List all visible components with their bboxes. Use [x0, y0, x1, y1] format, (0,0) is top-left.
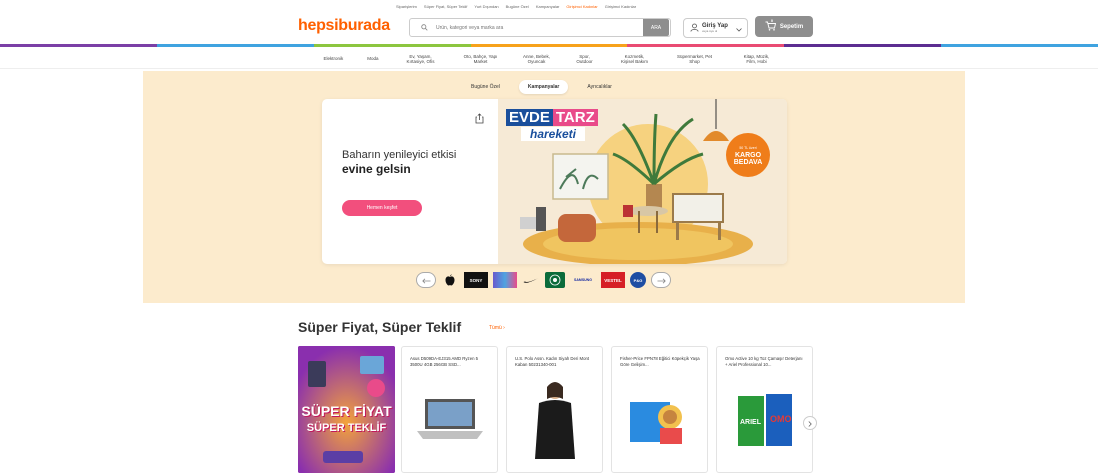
product-image [515, 379, 595, 459]
tab-today-special[interactable]: Bugüne Özel [462, 80, 509, 94]
category-nav: Elektronik Moda Ev, Yaşam, Kırtasiye, Of… [0, 49, 1098, 69]
tab-campaigns[interactable]: Kampanyalar [518, 80, 569, 94]
search-input[interactable] [432, 19, 643, 36]
product-title: Omo Active 10 kg Toz Çamaşır Deterjanı +… [725, 356, 803, 367]
product-card[interactable]: Asus D509DA-EJ315 AMD Ryzen 5 3500U 4GB … [401, 346, 498, 473]
badge-bedava: BEDAVA [733, 158, 763, 166]
brand-sony[interactable]: SONY [464, 272, 488, 288]
category-books[interactable]: Kitap, Müzik, Film, Hobi [727, 49, 787, 68]
user-icon [690, 19, 699, 37]
product-card[interactable]: Fisher-Price FPN78 Eğitici Köpekçik Yaşa… [611, 346, 708, 473]
campaign-headline: Baharın yenileyici etkisi [342, 149, 457, 161]
brand-samsung[interactable]: SAMSUNG [570, 272, 596, 288]
arrow-left-icon [421, 271, 431, 289]
product-card[interactable]: U.S. Polo Assn. Kadın Siyah Deri Mont Ka… [506, 346, 603, 473]
starbucks-icon[interactable] [545, 272, 565, 288]
super-price-promo-tile[interactable]: SÜPER FİYAT SÜPER TEKLİF [298, 346, 395, 473]
category-cosmetics[interactable]: Kozmetik, Kişisel Bakım [607, 49, 663, 68]
stripe-segment [627, 44, 785, 47]
brand-pg[interactable]: P&G [630, 272, 646, 288]
banner-tabs: Bugüne Özel Kampanyalar Ayrıcalıklar [462, 80, 621, 94]
share-icon[interactable] [475, 111, 484, 129]
stripe-segment [941, 44, 1098, 47]
stripe-segment [784, 44, 942, 47]
tab-privileges[interactable]: Ayrıcalıklar [578, 80, 621, 94]
brand-strip: SONY SAMSUNG VESTEL P&G [416, 272, 671, 288]
login-subtitle: veya üye ol [702, 29, 718, 33]
svg-text:OMO: OMO [770, 414, 792, 424]
stripe-segment [313, 44, 471, 47]
campaign-subheadline: evine gelsin [342, 162, 411, 176]
category-home[interactable]: Ev, Yaşam, Kırtasiye, Ofis [391, 49, 451, 68]
products-next-button[interactable] [803, 416, 817, 430]
product-image [620, 379, 700, 459]
search-bar: ARA [409, 18, 671, 37]
product-image: ARIEL OMO [725, 379, 805, 459]
product-image [410, 379, 490, 459]
stripe-segment [470, 44, 628, 47]
cart-icon: 0 [765, 17, 776, 33]
brands-next-button[interactable] [651, 272, 671, 288]
cart-label: Sepetim [779, 23, 804, 30]
stripe-segment [0, 44, 157, 47]
section-title: Süper Fiyat, Süper Teklif [298, 319, 462, 335]
top-link-extra[interactable]: Girişimci Kadınlar [605, 4, 636, 9]
arrow-right-icon [657, 271, 666, 289]
campaign-card[interactable]: Baharın yenileyici etkisi evine gelsin H… [322, 99, 787, 264]
visual-title-evde: EVDE [506, 109, 553, 126]
category-supermarket[interactable]: Süpermarket, Pet Shop [663, 49, 727, 68]
category-fashion[interactable]: Moda [355, 49, 390, 68]
apple-icon[interactable] [441, 272, 459, 288]
nike-icon[interactable] [522, 272, 540, 288]
logo[interactable]: hepsiburada [298, 17, 390, 35]
product-title: Fisher-Price FPN78 Eğitici Köpekçik Yaşa… [620, 356, 700, 367]
product-card[interactable]: Omo Active 10 kg Toz Çamaşır Deterjanı +… [716, 346, 813, 473]
top-link-abroad[interactable]: Yurt Dışından [474, 4, 498, 9]
chevron-right-icon [808, 414, 812, 432]
brands-prev-button[interactable] [416, 272, 436, 288]
color-stripe [0, 44, 1098, 47]
product-title: U.S. Polo Assn. Kadın Siyah Deri Mont Ka… [515, 356, 590, 367]
top-link-campaigns[interactable]: Kampanyalar [536, 4, 560, 9]
chevron-down-icon [736, 19, 742, 37]
top-link-super-price[interactable]: Süper Fiyat, Süper Teklif [424, 4, 468, 9]
top-links: Siparişlerim Süper Fiyat, Süper Teklif Y… [396, 4, 636, 9]
visual-title-hareketi: hareketi [521, 127, 585, 141]
visual-title-tarz: TARZ [552, 109, 598, 126]
stripe-segment [156, 44, 314, 47]
login-button[interactable]: Giriş Yap veya üye ol [683, 18, 748, 38]
product-title: Asus D509DA-EJ315 AMD Ryzen 5 3500U 4GB … [410, 356, 479, 367]
see-all-link[interactable]: Tümü › [489, 325, 505, 331]
badge-threshold: 50 TL üzeri [739, 145, 757, 150]
campaign-image: EVDE TARZ hareketi 50 TL üzeri KARGO BEDA… [498, 99, 787, 264]
svg-text:ARIEL: ARIEL [740, 419, 762, 426]
badge-kargo: KARGO [734, 151, 762, 159]
brand-colorful-logo[interactable] [493, 272, 517, 288]
cart-button[interactable]: 0 Sepetim [755, 16, 813, 37]
promo-text-2: SÜPER TEKLİF [306, 422, 387, 434]
discover-button[interactable]: Hemen keşfet [342, 200, 422, 216]
top-link-orders[interactable]: Siparişlerim [396, 4, 417, 9]
category-baby[interactable]: Anne, Bebek, Oyuncak [511, 49, 563, 68]
search-button[interactable]: ARA [643, 19, 669, 36]
visual-title-box: EVDE TARZ hareketi [506, 109, 598, 141]
top-link-women-entrepreneurs[interactable]: Girişimci Kadınlar [566, 4, 597, 9]
free-shipping-badge: 50 TL üzeri KARGO BEDAVA [726, 133, 770, 177]
category-auto[interactable]: Oto, Bahçe, Yapı Market [451, 49, 511, 68]
cart-count-badge: 0 [770, 17, 774, 23]
category-sport[interactable]: Spor, Outdoor [563, 49, 607, 68]
promo-text-1: SÜPER FİYAT [301, 403, 392, 419]
category-electronics[interactable]: Elektronik [311, 49, 355, 68]
search-icon [416, 24, 432, 31]
brand-vestel[interactable]: VESTEL [601, 272, 625, 288]
top-link-today[interactable]: Bugüne Özel [506, 4, 529, 9]
